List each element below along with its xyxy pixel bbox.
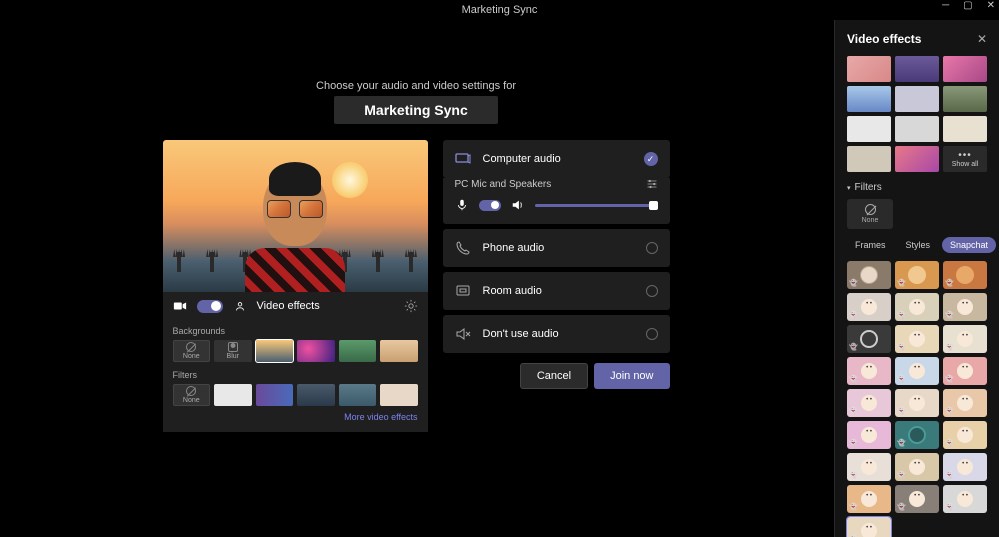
snapchat-lens[interactable]: 👻	[943, 453, 987, 481]
snapchat-lens[interactable]: 👻	[895, 453, 939, 481]
volume-slider[interactable]	[535, 200, 658, 211]
radio-unselected	[646, 242, 658, 254]
video-effects-label[interactable]: Video effects	[257, 300, 320, 312]
computer-audio-option[interactable]: Computer audio	[443, 140, 670, 178]
camera-icon	[173, 299, 187, 313]
sidebar-bg-thumb[interactable]	[847, 116, 891, 142]
sidebar-bg-thumb[interactable]	[847, 146, 891, 172]
filter-thumb[interactable]	[214, 384, 252, 406]
room-icon	[455, 283, 471, 299]
filter-none[interactable]: None	[173, 384, 211, 406]
snapchat-lens[interactable]: 👻	[895, 261, 939, 289]
filter-thumb[interactable]	[380, 384, 418, 406]
no-audio-option[interactable]: Don't use audio	[443, 315, 670, 353]
background-effects-icon	[233, 299, 247, 313]
snapchat-lens[interactable]: 👻	[895, 293, 939, 321]
camera-toggle[interactable]	[197, 300, 223, 313]
sidebar-bg-thumb[interactable]	[943, 86, 987, 112]
settings-icon[interactable]	[646, 178, 658, 190]
radio-unselected	[646, 285, 658, 297]
snapchat-lens[interactable]: 👻	[847, 389, 891, 417]
snapchat-lens[interactable]: 👻	[847, 485, 891, 513]
join-now-button[interactable]: Join now	[594, 363, 669, 389]
snapchat-lens[interactable]: 👻	[943, 261, 987, 289]
snapchat-lens[interactable]: 👻	[847, 517, 891, 537]
snapchat-lens[interactable]: 👻	[847, 453, 891, 481]
audio-device-label: PC Mic and Speakers	[455, 179, 552, 190]
settings-intro-text: Choose your audio and video settings for	[316, 80, 516, 92]
snapchat-lens[interactable]: 👻	[895, 421, 939, 449]
snapchat-lens[interactable]: 👻	[895, 325, 939, 353]
snapchat-lens[interactable]: 👻	[895, 389, 939, 417]
background-thumb[interactable]	[339, 340, 377, 362]
video-preview	[163, 140, 428, 292]
filter-none[interactable]: None	[847, 199, 893, 229]
filters-category[interactable]: ▾Filters	[847, 182, 987, 193]
background-blur[interactable]: Blur	[214, 340, 252, 362]
minimize-button[interactable]: ─	[942, 0, 949, 11]
background-thumb[interactable]	[380, 340, 418, 362]
maximize-button[interactable]: ▢	[963, 0, 972, 11]
snapchat-lens[interactable]: 👻	[943, 389, 987, 417]
snapchat-lens[interactable]: 👻	[943, 485, 987, 513]
snapchat-lens[interactable]: 👻	[847, 357, 891, 385]
computer-icon	[455, 151, 471, 167]
tab-styles[interactable]: Styles	[898, 237, 939, 253]
microphone-icon	[455, 198, 469, 212]
snapchat-lens[interactable]: 👻	[943, 293, 987, 321]
sidebar-bg-thumb[interactable]	[895, 146, 939, 172]
no-audio-icon	[455, 326, 471, 342]
mic-toggle[interactable]	[479, 200, 501, 211]
more-video-effects-link[interactable]: More video effects	[173, 412, 418, 422]
snapchat-lens[interactable]: 👻	[943, 421, 987, 449]
snapchat-lens[interactable]: 👻	[847, 421, 891, 449]
snapchat-lens[interactable]: 👻	[895, 357, 939, 385]
snapchat-lens[interactable]: 👻	[847, 261, 891, 289]
phone-audio-option[interactable]: Phone audio	[443, 229, 670, 267]
snapchat-lens[interactable]: 👻	[943, 357, 987, 385]
tab-snapchat[interactable]: Snapchat	[942, 237, 996, 253]
sidebar-bg-thumb[interactable]	[895, 116, 939, 142]
tab-frames[interactable]: Frames	[847, 237, 894, 253]
gear-icon[interactable]	[404, 299, 418, 313]
backgrounds-header: Backgrounds	[173, 326, 418, 336]
phone-icon	[455, 240, 471, 256]
sidebar-bg-thumb[interactable]	[943, 56, 987, 82]
show-all-button[interactable]: •••Show all	[943, 146, 987, 172]
filters-header: Filters	[173, 370, 418, 380]
speaker-icon	[511, 198, 525, 212]
background-thumb[interactable]	[297, 340, 335, 362]
cancel-button[interactable]: Cancel	[520, 363, 588, 389]
snapchat-lens[interactable]: 👻	[847, 325, 891, 353]
snapchat-lens[interactable]: 👻	[847, 293, 891, 321]
snapchat-lens[interactable]: 👻	[943, 325, 987, 353]
sidebar-bg-thumb[interactable]	[943, 116, 987, 142]
radio-selected	[644, 152, 658, 166]
radio-unselected	[646, 328, 658, 340]
filter-thumb[interactable]	[297, 384, 335, 406]
close-icon[interactable]: ✕	[977, 32, 987, 46]
room-audio-option[interactable]: Room audio	[443, 272, 670, 310]
meeting-name: Marketing Sync	[334, 96, 497, 124]
close-button[interactable]: ✕	[987, 0, 995, 11]
background-thumb[interactable]	[256, 340, 294, 362]
filter-thumb[interactable]	[339, 384, 377, 406]
background-none[interactable]: None	[173, 340, 211, 362]
sidebar-bg-thumb[interactable]	[895, 86, 939, 112]
sidebar-bg-thumb[interactable]	[847, 86, 891, 112]
snapchat-lens[interactable]: 👻	[895, 485, 939, 513]
sidebar-bg-thumb[interactable]	[847, 56, 891, 82]
filter-thumb[interactable]	[256, 384, 294, 406]
window-title: Marketing Sync	[462, 4, 538, 16]
sidebar-bg-thumb[interactable]	[895, 56, 939, 82]
sidebar-title: Video effects	[847, 32, 921, 46]
